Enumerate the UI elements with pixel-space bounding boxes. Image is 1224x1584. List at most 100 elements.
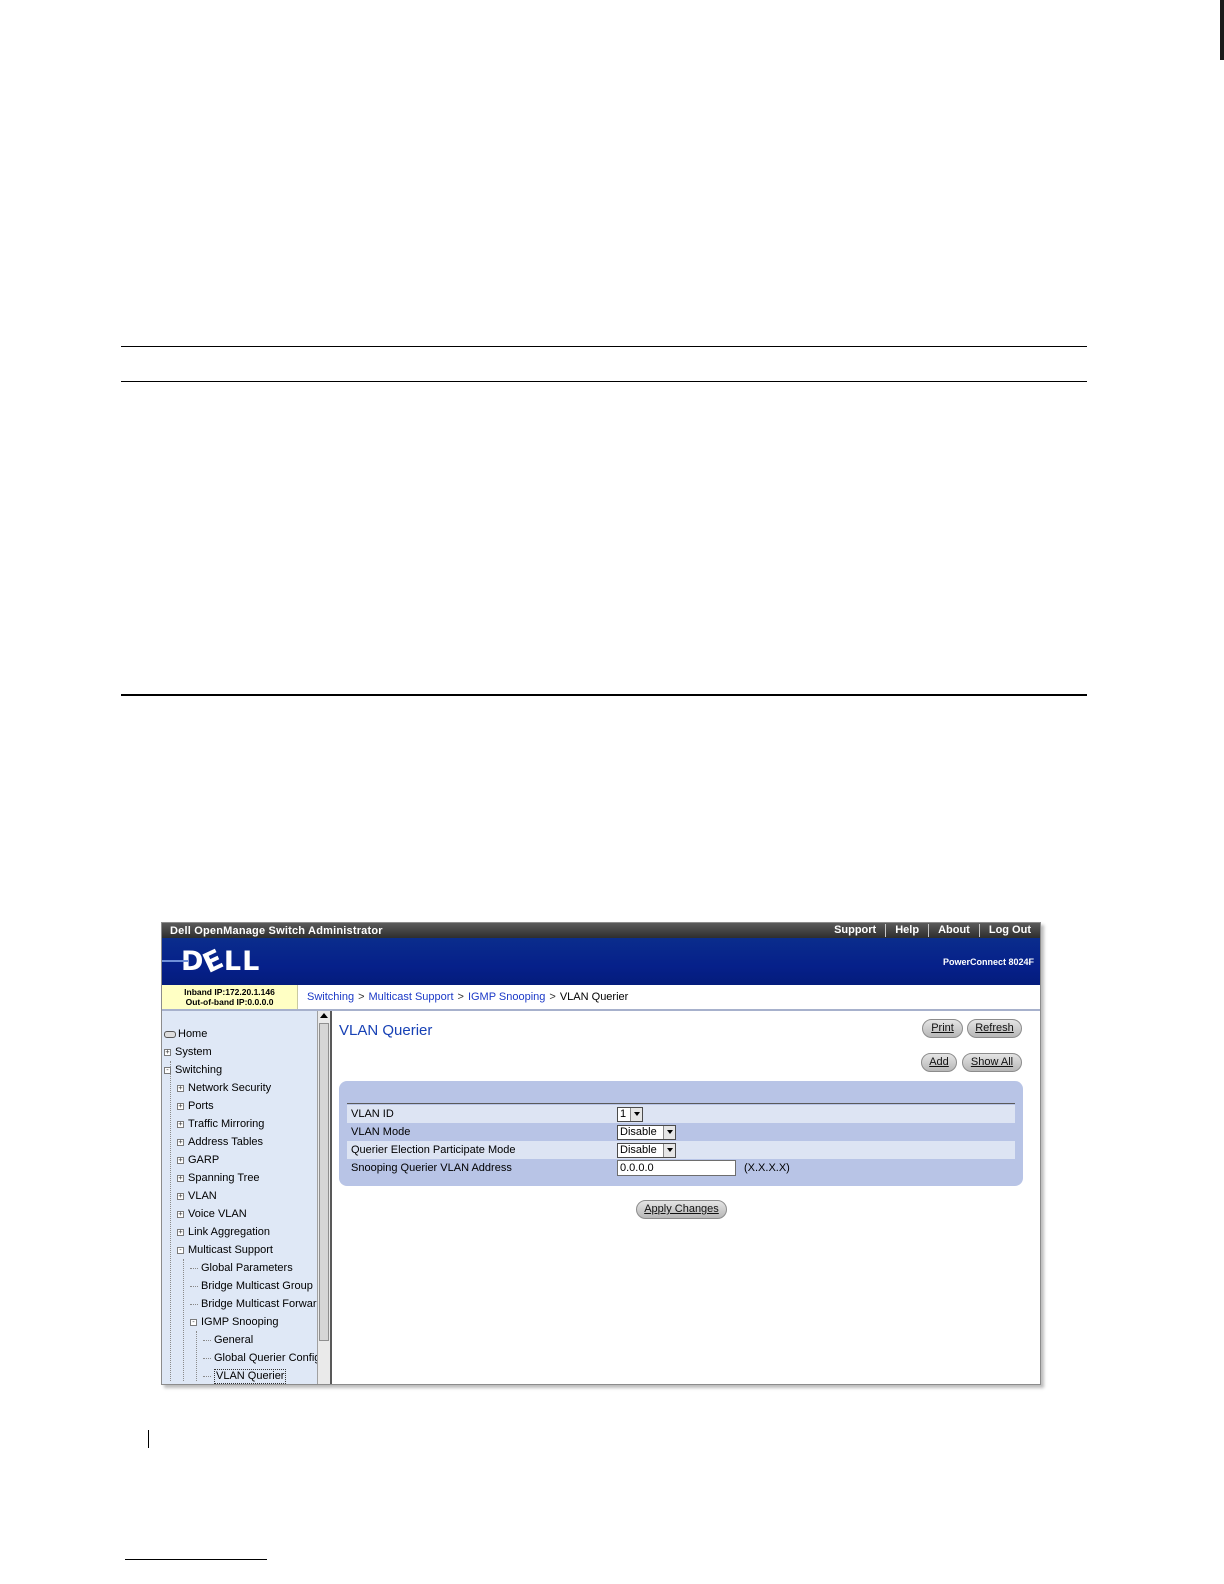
expand-icon[interactable]: + bbox=[177, 1102, 184, 1110]
vlan-mode-row: VLAN Mode Disable bbox=[347, 1123, 1015, 1141]
scroll-up-arrow-icon[interactable] bbox=[320, 1013, 328, 1018]
tree-item-label: Spanning Tree bbox=[188, 1172, 260, 1184]
vlan-id-select[interactable]: 1 bbox=[617, 1106, 643, 1122]
dropdown-arrow-icon bbox=[630, 1107, 642, 1121]
expand-icon[interactable]: + bbox=[177, 1228, 184, 1236]
tree-item[interactable]: + VLAN bbox=[164, 1187, 330, 1205]
about-link[interactable]: About bbox=[928, 924, 979, 937]
sidebar-scrollbar[interactable] bbox=[317, 1011, 330, 1384]
footnote-rule bbox=[125, 1559, 267, 1560]
logo-swoosh bbox=[162, 960, 188, 962]
tree-item-label: Home bbox=[178, 1028, 208, 1040]
apply-changes-button[interactable]: Apply Changes bbox=[636, 1200, 727, 1219]
querier-election-value: Disable bbox=[620, 1144, 657, 1156]
tree-item-label: Switching bbox=[175, 1064, 223, 1076]
tree-item[interactable]: + Voice VLAN bbox=[164, 1205, 330, 1223]
add-button[interactable]: Add bbox=[921, 1053, 957, 1072]
expand-icon[interactable]: + bbox=[177, 1138, 184, 1146]
dropdown-arrow-icon bbox=[663, 1143, 675, 1157]
header-rule-top bbox=[121, 346, 1087, 347]
tree-item-label: Voice VLAN bbox=[188, 1208, 247, 1220]
snooping-address-hint: (X.X.X.X) bbox=[744, 1162, 790, 1174]
tree-item[interactable]: + Traffic Mirroring bbox=[164, 1115, 330, 1133]
tree-connector bbox=[203, 1375, 211, 1377]
refresh-button[interactable]: Refresh bbox=[967, 1019, 1022, 1038]
tree-item[interactable]: Home bbox=[164, 1025, 330, 1043]
snooping-address-input[interactable] bbox=[617, 1160, 736, 1176]
home-icon bbox=[164, 1030, 176, 1038]
expand-icon[interactable]: + bbox=[177, 1120, 184, 1128]
tree-item[interactable]: VLAN Querier bbox=[164, 1367, 330, 1384]
tree-connector bbox=[203, 1339, 211, 1341]
breadcrumb-igmp-snooping[interactable]: IGMP Snooping bbox=[468, 991, 545, 1003]
ip-box: Inband IP:172.20.1.146 Out-of-band IP:0.… bbox=[162, 985, 298, 1009]
tree-item-label: Bridge Multicast Forwardir bbox=[201, 1298, 329, 1310]
tree-item-label: System bbox=[175, 1046, 212, 1058]
vlan-mode-select[interactable]: Disable bbox=[617, 1124, 676, 1140]
breadcrumb-current: VLAN Querier bbox=[559, 991, 629, 1003]
log-out-link[interactable]: Log Out bbox=[978, 924, 1040, 937]
tree-item-label: Bridge Multicast Group bbox=[201, 1280, 313, 1292]
tree-item-label: IGMP Snooping bbox=[201, 1316, 279, 1328]
dell-logo: DELL bbox=[181, 943, 261, 980]
tree-item[interactable]: - Switching bbox=[164, 1061, 330, 1079]
show-all-button[interactable]: Show All bbox=[962, 1053, 1022, 1072]
expand-icon[interactable]: + bbox=[177, 1174, 184, 1182]
tree-item-label: Link Aggregation bbox=[188, 1226, 270, 1238]
tree-item[interactable]: + Address Tables bbox=[164, 1133, 330, 1151]
body-area: Home + System - Switching + Network Security + P… bbox=[162, 1011, 1040, 1384]
print-button[interactable]: Print bbox=[922, 1019, 963, 1038]
product-name: PowerConnect 8024F bbox=[942, 956, 1034, 967]
scrollbar-thumb[interactable] bbox=[319, 1023, 329, 1341]
tree-item[interactable]: Bridge Multicast Forwardir bbox=[164, 1295, 330, 1313]
page-title: VLAN Querier bbox=[339, 1022, 433, 1039]
main-content: VLAN Querier Print Refresh Add Show All … bbox=[332, 1011, 1040, 1384]
tree-item[interactable]: Global Parameters bbox=[164, 1259, 330, 1277]
expand-icon[interactable]: + bbox=[177, 1210, 184, 1218]
tree-item[interactable]: Global Querier Configur bbox=[164, 1349, 330, 1367]
tree-item[interactable]: General bbox=[164, 1331, 330, 1349]
inband-ip: Inband IP:172.20.1.146 bbox=[184, 987, 275, 997]
vlan-mode-label: VLAN Mode bbox=[351, 1126, 411, 1138]
support-link[interactable]: Support bbox=[825, 924, 885, 937]
page-edge-mark bbox=[1220, 0, 1224, 60]
tree-item[interactable]: + Ports bbox=[164, 1097, 330, 1115]
breadcrumb-multicast-support[interactable]: Multicast Support bbox=[369, 991, 454, 1003]
expand-icon[interactable]: + bbox=[177, 1084, 184, 1092]
screenshot-window: Dell OpenManage Switch Administrator Sup… bbox=[161, 922, 1041, 1385]
tree-item-label: Global Querier Configur bbox=[214, 1352, 330, 1364]
collapse-icon[interactable]: - bbox=[190, 1318, 197, 1326]
tree-item-label: Multicast Support bbox=[188, 1244, 273, 1256]
tree-connector bbox=[190, 1285, 198, 1287]
tree-item-label: General bbox=[214, 1334, 254, 1346]
tree-item[interactable]: + Link Aggregation bbox=[164, 1223, 330, 1241]
header-rule-bottom bbox=[121, 381, 1087, 382]
tree-list: Home + System - Switching + Network Security + P… bbox=[164, 1025, 330, 1384]
querier-election-select[interactable]: Disable bbox=[617, 1142, 676, 1158]
breadcrumb-separator: > bbox=[457, 991, 464, 1003]
tree-item[interactable]: - IGMP Snooping bbox=[164, 1313, 330, 1331]
snooping-address-label: Snooping Querier VLAN Address bbox=[351, 1162, 512, 1174]
tree-item-label: Network Security bbox=[188, 1082, 272, 1094]
querier-election-label: Querier Election Participate Mode bbox=[351, 1144, 516, 1156]
tree-item-label: Address Tables bbox=[188, 1136, 264, 1148]
expand-icon[interactable]: + bbox=[177, 1156, 184, 1164]
dropdown-arrow-icon bbox=[663, 1125, 675, 1139]
collapse-icon[interactable]: - bbox=[164, 1066, 171, 1074]
panel-rule bbox=[347, 1103, 1015, 1104]
collapse-icon[interactable]: - bbox=[177, 1246, 184, 1254]
expand-icon[interactable]: + bbox=[164, 1048, 171, 1056]
vlan-mode-value: Disable bbox=[620, 1126, 657, 1138]
breadcrumb-switching[interactable]: Switching bbox=[307, 991, 354, 1003]
tree-item[interactable]: + System bbox=[164, 1043, 330, 1061]
app-title: Dell OpenManage Switch Administrator bbox=[170, 924, 383, 937]
vlan-id-value: 1 bbox=[620, 1108, 627, 1120]
tree-item[interactable]: + Network Security bbox=[164, 1079, 330, 1097]
expand-icon[interactable]: + bbox=[177, 1192, 184, 1200]
tree-item[interactable]: + Spanning Tree bbox=[164, 1169, 330, 1187]
tree-item[interactable]: - Multicast Support bbox=[164, 1241, 330, 1259]
help-link[interactable]: Help bbox=[885, 924, 928, 937]
tree-item[interactable]: + GARP bbox=[164, 1151, 330, 1169]
tree-item[interactable]: Bridge Multicast Group bbox=[164, 1277, 330, 1295]
banner: DELL PowerConnect 8024F bbox=[162, 938, 1040, 985]
